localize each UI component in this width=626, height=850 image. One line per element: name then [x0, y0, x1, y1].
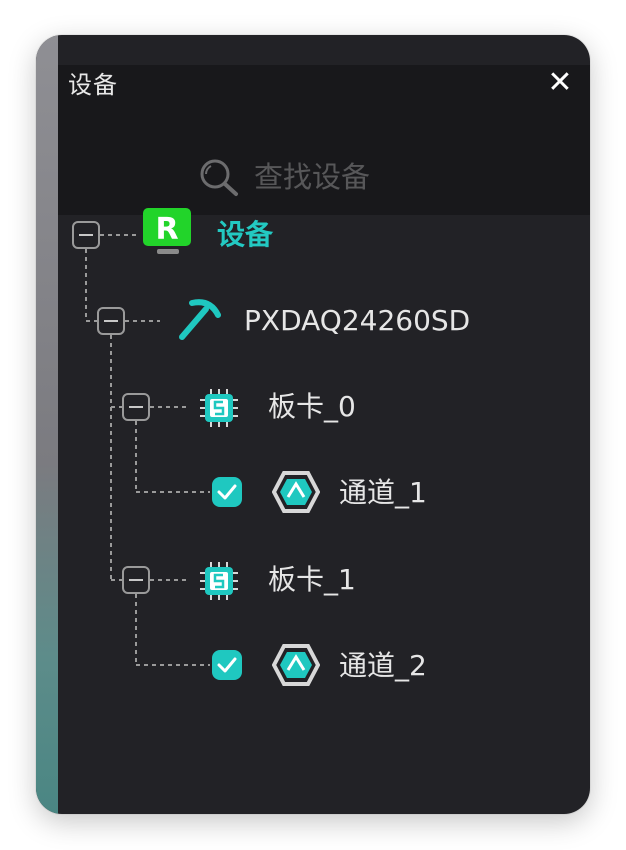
- collapse-toggle-board-0[interactable]: [122, 393, 150, 421]
- channel-icon: [272, 471, 320, 513]
- tree-label-board-0: 板卡_0: [268, 390, 356, 423]
- r-device-icon: R: [143, 208, 191, 254]
- tree-label-channel-1: 通道_1: [339, 476, 427, 509]
- channel-1-checkbox[interactable]: [212, 477, 242, 507]
- collapse-toggle-root[interactable]: [72, 221, 100, 249]
- tree-label-board-1: 板卡_1: [268, 563, 356, 596]
- svg-text:R: R: [155, 212, 178, 247]
- collapse-toggle-device[interactable]: [97, 307, 125, 335]
- collapse-toggle-board-1[interactable]: [122, 566, 150, 594]
- tree-label-device: PXDAQ24260SD: [244, 304, 471, 337]
- channel-icon: [272, 644, 320, 686]
- channel-2-checkbox[interactable]: [212, 650, 242, 680]
- tree-label-channel-2: 通道_2: [339, 649, 427, 682]
- chip-icon: [200, 389, 238, 427]
- checkmark-icon: [217, 484, 237, 500]
- tree-label-root: 设备: [217, 218, 274, 251]
- chip-icon: [200, 562, 238, 600]
- checkmark-icon: [217, 657, 237, 673]
- pickaxe-icon: [179, 299, 221, 340]
- device-tree: R 设备 PXDAQ24260SD 板卡_0 通道_1 板卡_1 通道_2: [36, 35, 590, 814]
- device-panel: 设备 ✕ 查找设备 R 设备 PXDAQ24260SD 板卡_0 通道_1 板卡…: [36, 35, 590, 814]
